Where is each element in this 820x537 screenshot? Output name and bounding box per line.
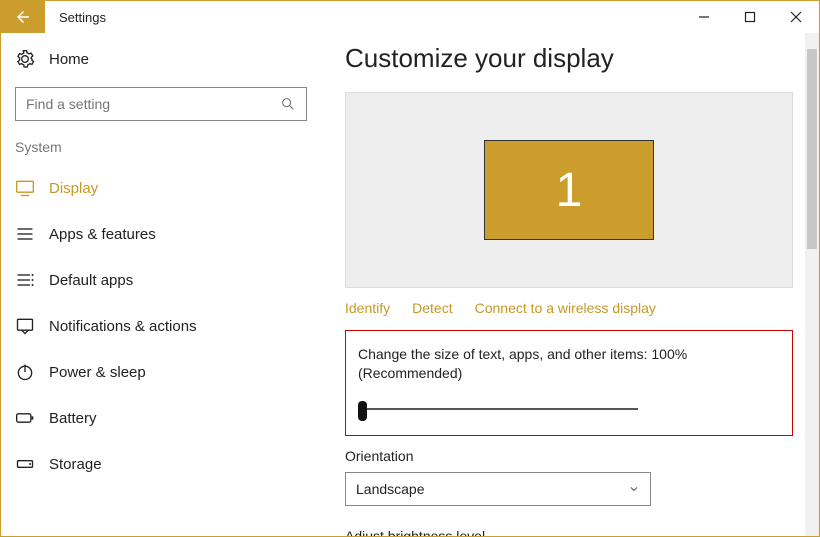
close-icon — [790, 11, 802, 23]
orientation-label: Orientation — [345, 448, 793, 464]
power-icon — [15, 362, 35, 382]
back-button[interactable] — [1, 1, 45, 33]
slider-track — [358, 408, 638, 410]
sidebar-item-label: Display — [49, 180, 98, 197]
notifications-icon — [15, 316, 35, 336]
display-links: Identify Detect Connect to a wireless di… — [345, 288, 793, 330]
sidebar-item-power-sleep[interactable]: Power & sleep — [11, 349, 311, 395]
sidebar-item-apps-features[interactable]: Apps & features — [11, 211, 311, 257]
scaling-slider[interactable] — [358, 399, 638, 419]
sidebar-item-battery[interactable]: Battery — [11, 395, 311, 441]
sidebar-item-display[interactable]: Display — [11, 165, 311, 211]
sidebar-item-label: Apps & features — [49, 226, 156, 243]
identify-link[interactable]: Identify — [345, 300, 390, 316]
scrollbar-thumb[interactable] — [807, 49, 817, 249]
settings-window: Settings Home — [0, 0, 820, 537]
sidebar-item-label: Power & sleep — [49, 364, 146, 381]
sidebar-item-label: Battery — [49, 410, 97, 427]
sidebar-item-notifications[interactable]: Notifications & actions — [11, 303, 311, 349]
maximize-button[interactable] — [727, 1, 773, 33]
minimize-button[interactable] — [681, 1, 727, 33]
titlebar: Settings — [1, 1, 819, 33]
sidebar-item-label: Default apps — [49, 272, 133, 289]
window-title: Settings — [45, 1, 106, 33]
display-preview[interactable]: 1 — [345, 92, 793, 288]
detect-link[interactable]: Detect — [412, 300, 452, 316]
orientation-value: Landscape — [356, 481, 425, 497]
search-field[interactable] — [26, 96, 280, 112]
close-button[interactable] — [773, 1, 819, 33]
minimize-icon — [698, 11, 710, 23]
sidebar-item-label: Storage — [49, 456, 102, 473]
home-nav[interactable]: Home — [11, 43, 311, 79]
slider-thumb[interactable] — [358, 401, 367, 421]
scrollbar[interactable] — [805, 33, 819, 536]
arrow-left-icon — [14, 8, 32, 26]
orientation-dropdown[interactable]: Landscape — [345, 472, 651, 506]
content-pane: Customize your display 1 Identify Detect… — [319, 33, 819, 536]
storage-icon — [15, 454, 35, 474]
search-input[interactable] — [15, 87, 307, 121]
battery-icon — [15, 408, 35, 428]
default-apps-icon — [15, 270, 35, 290]
maximize-icon — [744, 11, 756, 23]
sidebar-item-label: Notifications & actions — [49, 318, 197, 335]
home-label: Home — [49, 51, 89, 68]
page-title: Customize your display — [345, 43, 793, 74]
chevron-down-icon — [628, 483, 640, 495]
brightness-label: Adjust brightness level — [345, 528, 793, 536]
sidebar-item-storage[interactable]: Storage — [11, 441, 311, 487]
monitor-icon — [15, 178, 35, 198]
window-controls — [681, 1, 819, 33]
scaling-section: Change the size of text, apps, and other… — [345, 330, 793, 436]
search-icon — [280, 96, 296, 112]
wireless-display-link[interactable]: Connect to a wireless display — [475, 300, 656, 316]
sidebar: Home System Display — [1, 33, 319, 536]
sidebar-item-default-apps[interactable]: Default apps — [11, 257, 311, 303]
scaling-label: Change the size of text, apps, and other… — [358, 345, 780, 383]
category-label: System — [11, 139, 311, 165]
gear-icon — [15, 49, 35, 69]
nav-list: Display Apps & features Default apps — [11, 165, 311, 487]
monitor-1[interactable]: 1 — [484, 140, 654, 240]
apps-icon — [15, 224, 35, 244]
